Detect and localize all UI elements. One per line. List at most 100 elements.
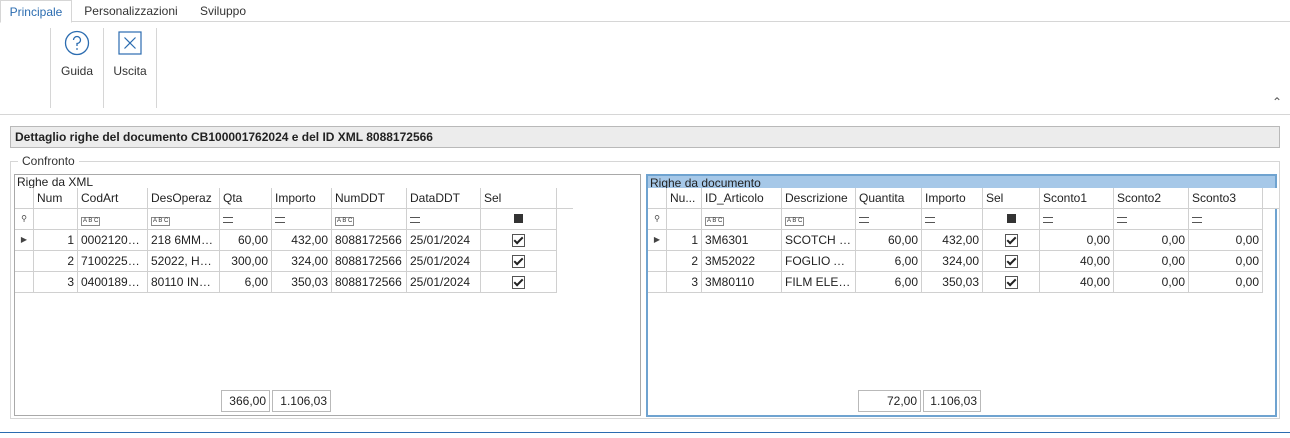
- selected-checkbox[interactable]: [1004, 255, 1018, 268]
- left_grid-cell[interactable]: 25/01/2024: [407, 272, 481, 293]
- selected-checkbox[interactable]: [1004, 276, 1018, 289]
- left_grid-cell[interactable]: 300,00: [220, 251, 272, 272]
- right_grid-filter-cell[interactable]: [1040, 209, 1114, 230]
- left_grid-filter-cell[interactable]: [34, 209, 78, 230]
- left_grid-column-header[interactable]: Importo: [272, 188, 332, 209]
- left_grid-cell[interactable]: 218 6MMX...: [148, 230, 220, 251]
- right_grid-cell[interactable]: 60,00: [856, 230, 922, 251]
- right_grid-filter-cell[interactable]: [1189, 209, 1263, 230]
- selected-checkbox[interactable]: [512, 255, 525, 268]
- left_grid-row-indicator[interactable]: [15, 251, 34, 272]
- right_grid-cell[interactable]: 0,00: [1114, 272, 1189, 293]
- left_grid-row-indicator[interactable]: ▶: [15, 230, 34, 251]
- left_grid-filter-cell[interactable]: A B C: [332, 209, 407, 230]
- right_grid-filter-cell[interactable]: [1114, 209, 1189, 230]
- left_grid-cell[interactable]: 80110 INTE...: [148, 272, 220, 293]
- left_grid-filter-cell[interactable]: [272, 209, 332, 230]
- right_grid-cell[interactable]: FOGLIO AB...: [782, 251, 856, 272]
- right_grid-column-header[interactable]: Sconto3: [1189, 188, 1263, 209]
- right_grid-cell[interactable]: 0,00: [1114, 251, 1189, 272]
- right_grid-cell[interactable]: 6,00: [856, 272, 922, 293]
- collapse-ribbon-icon[interactable]: ⌃: [1270, 95, 1284, 109]
- right_grid-cell[interactable]: [983, 251, 1040, 272]
- right_grid-cell[interactable]: 0,00: [1189, 230, 1263, 251]
- left_grid-cell[interactable]: 7100225046: [78, 251, 148, 272]
- right_grid-column-header[interactable]: Descrizione: [782, 188, 856, 209]
- left_grid-cell[interactable]: 00021200...: [78, 230, 148, 251]
- right_grid-row-indicator[interactable]: [648, 272, 667, 293]
- left_grid-cell[interactable]: 350,03: [272, 272, 332, 293]
- left_grid-row-indicator[interactable]: [15, 272, 34, 293]
- left_grid-cell[interactable]: [481, 251, 557, 272]
- left_grid-column-header[interactable]: Num: [34, 188, 78, 209]
- left_grid-column-header[interactable]: DataDDT: [407, 188, 481, 209]
- right_grid-cell[interactable]: 3M52022: [702, 251, 782, 272]
- right_grid-cell[interactable]: 3M80110: [702, 272, 782, 293]
- right_grid-column-header[interactable]: Sel: [983, 188, 1040, 209]
- tab-personalizzazioni[interactable]: Personalizzazioni: [78, 0, 184, 23]
- left_grid-cell[interactable]: 25/01/2024: [407, 251, 481, 272]
- right_grid-cell[interactable]: [983, 272, 1040, 293]
- left_grid-filter-cell[interactable]: A B C: [148, 209, 220, 230]
- right_grid-cell[interactable]: 0,00: [1040, 230, 1114, 251]
- left_grid-filter-cell[interactable]: A B C: [78, 209, 148, 230]
- right_grid-column-header[interactable]: Sconto2: [1114, 188, 1189, 209]
- left_grid-filter-cell[interactable]: [220, 209, 272, 230]
- right_grid-cell[interactable]: FILM ELETT...: [782, 272, 856, 293]
- right_grid-cell[interactable]: 3: [667, 272, 702, 293]
- guida-button[interactable]: Guida: [51, 27, 103, 107]
- right_grid-column-header[interactable]: ID_Articolo: [702, 188, 782, 209]
- right_grid-cell[interactable]: SCOTCH FL...: [782, 230, 856, 251]
- left_grid-filter-cell[interactable]: [481, 209, 557, 230]
- left_grid-cell[interactable]: [481, 272, 557, 293]
- right_grid-filter-cell[interactable]: [922, 209, 983, 230]
- right_grid-cell[interactable]: 40,00: [1040, 251, 1114, 272]
- right_grid-row-indicator[interactable]: ▶: [648, 230, 667, 251]
- left_grid-cell[interactable]: 3: [34, 272, 78, 293]
- right_grid-filter-cell[interactable]: A B C: [782, 209, 856, 230]
- right_grid-cell[interactable]: 6,00: [856, 251, 922, 272]
- right_grid-cell[interactable]: 324,00: [922, 251, 983, 272]
- right_grid-cell[interactable]: 350,03: [922, 272, 983, 293]
- left_grid-column-header[interactable]: Qta: [220, 188, 272, 209]
- left_grid-cell[interactable]: 60,00: [220, 230, 272, 251]
- left_grid-filter-cell[interactable]: [407, 209, 481, 230]
- uscita-button[interactable]: Uscita: [104, 27, 156, 107]
- left_grid-column-header[interactable]: Sel: [481, 188, 557, 209]
- left_grid-cell[interactable]: [481, 230, 557, 251]
- right_grid-column-header[interactable]: Importo: [922, 188, 983, 209]
- left_grid-column-header[interactable]: CodArt: [78, 188, 148, 209]
- left_grid-cell[interactable]: 6,00: [220, 272, 272, 293]
- left_grid-cell[interactable]: 52022, HKT...: [148, 251, 220, 272]
- tab-sviluppo[interactable]: Sviluppo: [190, 0, 256, 23]
- right_grid-filter-cell[interactable]: [856, 209, 922, 230]
- left_grid-cell[interactable]: 432,00: [272, 230, 332, 251]
- tab-principale[interactable]: Principale: [0, 0, 72, 23]
- right_grid-cell[interactable]: 432,00: [922, 230, 983, 251]
- selected-checkbox[interactable]: [1004, 234, 1018, 247]
- left_grid-cell[interactable]: 04001895...: [78, 272, 148, 293]
- right_grid-cell[interactable]: 0,00: [1189, 272, 1263, 293]
- left_grid-cell[interactable]: 2: [34, 251, 78, 272]
- right_grid-column-header[interactable]: Sconto1: [1040, 188, 1114, 209]
- left_grid-cell[interactable]: 8088172566: [332, 230, 407, 251]
- selected-checkbox[interactable]: [512, 234, 525, 247]
- right_grid-filter-cell[interactable]: [667, 209, 702, 230]
- selected-checkbox[interactable]: [512, 276, 525, 289]
- left_grid-column-header[interactable]: DesOperaz: [148, 188, 220, 209]
- right_grid-cell[interactable]: 0,00: [1114, 230, 1189, 251]
- right_grid-cell[interactable]: 0,00: [1189, 251, 1263, 272]
- right_grid-cell[interactable]: 1: [667, 230, 702, 251]
- left_grid-cell[interactable]: 8088172566: [332, 251, 407, 272]
- right_grid-filter-cell[interactable]: A B C: [702, 209, 782, 230]
- right_grid-cell[interactable]: 2: [667, 251, 702, 272]
- right_grid-filter-cell[interactable]: [983, 209, 1040, 230]
- right_grid-column-header[interactable]: Nu...: [667, 188, 702, 209]
- right_grid-column-header[interactable]: Quantita: [856, 188, 922, 209]
- right_grid-cell[interactable]: [983, 230, 1040, 251]
- left_grid-cell[interactable]: 1: [34, 230, 78, 251]
- right_grid-row-indicator[interactable]: [648, 251, 667, 272]
- right_grid-cell[interactable]: 3M6301: [702, 230, 782, 251]
- left_grid-column-header[interactable]: NumDDT: [332, 188, 407, 209]
- left_grid-cell[interactable]: 25/01/2024: [407, 230, 481, 251]
